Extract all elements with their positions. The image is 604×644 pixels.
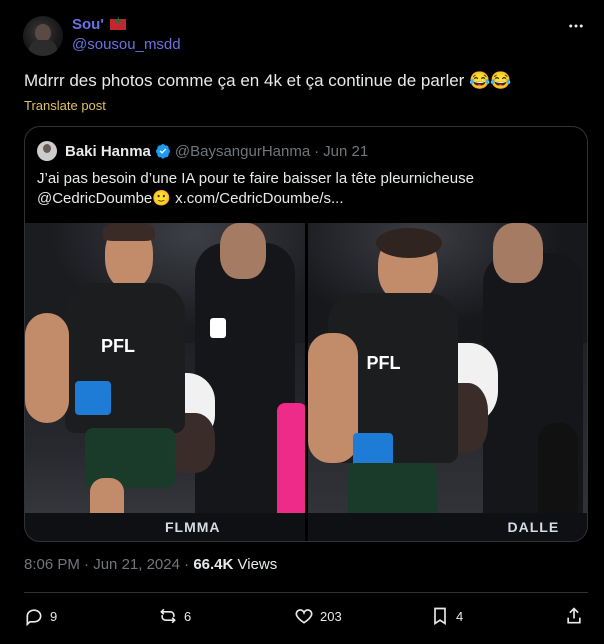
author-handle[interactable]: @sousou_msdd <box>72 36 181 53</box>
meta-separator: · <box>184 556 190 573</box>
morocco-flag-icon <box>109 16 126 30</box>
quoted-author-handle[interactable]: @BaysangurHanma <box>175 143 310 160</box>
author-display-name[interactable]: Sou' <box>72 16 104 33</box>
quoted-text-line1: J’ai pas besoin d’une IA pour te faire b… <box>37 170 474 187</box>
action-bar: 9 6 203 4 <box>24 606 584 630</box>
tweet-date[interactable]: Jun 21, 2024 <box>93 556 180 573</box>
retweet-count: 6 <box>184 608 192 624</box>
share-icon <box>567 607 581 624</box>
bookmark-button[interactable]: 4 <box>430 606 463 626</box>
quoted-tweet-header: Baki Hanma @BaysangurHanma · Jun 21 <box>37 141 368 161</box>
retweet-button[interactable]: 6 <box>158 606 191 626</box>
quoted-text: J’ai pas besoin d’une IA pour te faire b… <box>37 169 575 209</box>
reply-count: 9 <box>50 608 58 624</box>
heart-icon <box>295 609 313 624</box>
more-horizontal-icon[interactable] <box>564 14 588 38</box>
author-name-row[interactable]: Sou' <box>72 16 126 33</box>
like-count: 203 <box>320 608 342 624</box>
retweet-icon <box>160 608 176 624</box>
quoted-tweet[interactable]: Baki Hanma @BaysangurHanma · Jun 21 J’ai… <box>24 126 588 542</box>
quoted-media[interactable]: FLMMA DALLE <box>25 223 587 541</box>
octagon-canvas: FLMMA <box>25 513 305 541</box>
meta-separator: · <box>314 142 320 160</box>
quoted-author-avatar[interactable] <box>37 141 57 161</box>
bookmark-count: 4 <box>456 608 464 624</box>
share-button[interactable] <box>564 606 584 626</box>
meta-separator: · <box>84 556 90 573</box>
octagon-canvas: DALLE <box>307 513 587 541</box>
quoted-date[interactable]: Jun 21 <box>323 143 368 160</box>
tweet-time[interactable]: 8:06 PM <box>24 556 80 573</box>
tweet-text: Mdrrr des photos comme ça en 4k et ça co… <box>24 71 512 90</box>
author-avatar[interactable] <box>23 16 63 56</box>
views-label: Views <box>237 556 278 573</box>
verified-badge-icon <box>155 144 170 159</box>
reply-button[interactable]: 9 <box>24 606 57 626</box>
translate-post-link[interactable]: Translate post <box>24 98 106 113</box>
divider <box>24 592 588 593</box>
quoted-author-name[interactable]: Baki Hanma <box>65 143 151 160</box>
canvas-text-1: FLMMA <box>165 519 221 535</box>
bookmark-icon <box>434 607 446 626</box>
tweet-meta: 8:06 PM · Jun 21, 2024 · 66.4K Views <box>24 556 277 573</box>
reply-icon <box>26 609 42 626</box>
photo-2[interactable]: DALLE <box>307 223 587 541</box>
photo-1[interactable]: FLMMA <box>25 223 305 541</box>
canvas-text-2: DALLE <box>507 519 560 535</box>
views-count: 66.4K <box>193 556 234 573</box>
like-button[interactable]: 203 <box>294 606 342 626</box>
quoted-text-line2[interactable]: @CedricDoumbe🙂 x.com/CedricDoumbe/s... <box>37 189 575 209</box>
tweet-header: Sou' @sousou_msdd <box>20 14 588 58</box>
